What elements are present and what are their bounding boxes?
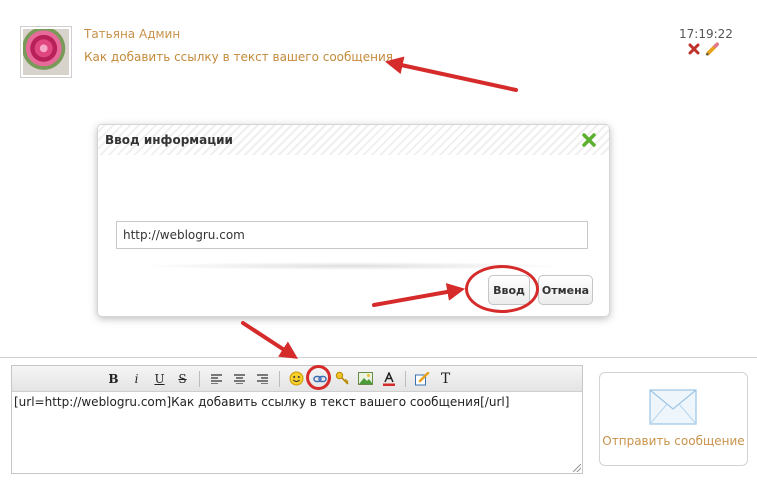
smiley-icon[interactable]: [287, 369, 306, 388]
url-input[interactable]: [116, 221, 588, 249]
message-text: Как добавить ссылку в текст вашего сообщ…: [84, 50, 393, 64]
delete-icon[interactable]: [687, 42, 701, 56]
link-button-highlight: [306, 365, 331, 390]
dialog-title: Ввод информации: [98, 125, 609, 155]
align-right-icon[interactable]: [253, 369, 272, 388]
underline-button[interactable]: U: [150, 369, 169, 388]
message-time: 17:19:22: [679, 27, 733, 41]
divider: [0, 357, 757, 358]
strikethrough-button[interactable]: S: [173, 369, 192, 388]
message-editor: B i U S T [url=http://weblogru.com]Как д…: [11, 365, 583, 474]
send-button[interactable]: Отправить сообщение: [599, 372, 748, 466]
text-tool-icon[interactable]: T: [436, 369, 455, 388]
editor-toolbar: B i U S T: [12, 365, 582, 392]
link-icon[interactable]: [306, 365, 331, 390]
align-left-icon[interactable]: [207, 369, 226, 388]
resize-handle-icon[interactable]: [573, 464, 581, 472]
message-author[interactable]: Татьяна Админ: [84, 27, 180, 41]
cancel-button[interactable]: Отмена: [538, 275, 593, 305]
arrow-to-message: [384, 56, 518, 92]
edit-icon[interactable]: [705, 42, 719, 56]
dialog-divider: [138, 262, 568, 270]
key-icon[interactable]: [333, 369, 352, 388]
input-dialog: Ввод информации Ввод Отмена: [97, 124, 610, 317]
ok-button[interactable]: Ввод: [488, 275, 530, 305]
close-icon[interactable]: [581, 132, 597, 148]
avatar-image: [23, 29, 69, 75]
toolbar-separator: [279, 370, 280, 387]
toolbar-separator: [199, 370, 200, 387]
italic-button[interactable]: i: [127, 369, 146, 388]
image-icon[interactable]: [356, 369, 375, 388]
text-color-icon[interactable]: [379, 369, 398, 388]
envelope-icon: [649, 389, 697, 425]
editor-textarea[interactable]: [url=http://weblogru.com]Как добавить сс…: [12, 392, 582, 412]
arrow-to-link-button: [241, 321, 299, 359]
message-actions: [687, 42, 719, 56]
edit-icon[interactable]: [413, 369, 432, 388]
align-center-icon[interactable]: [230, 369, 249, 388]
bold-button[interactable]: B: [104, 369, 123, 388]
toolbar-separator: [405, 370, 406, 387]
avatar: [20, 26, 72, 78]
send-button-label: Отправить сообщение: [602, 434, 745, 448]
